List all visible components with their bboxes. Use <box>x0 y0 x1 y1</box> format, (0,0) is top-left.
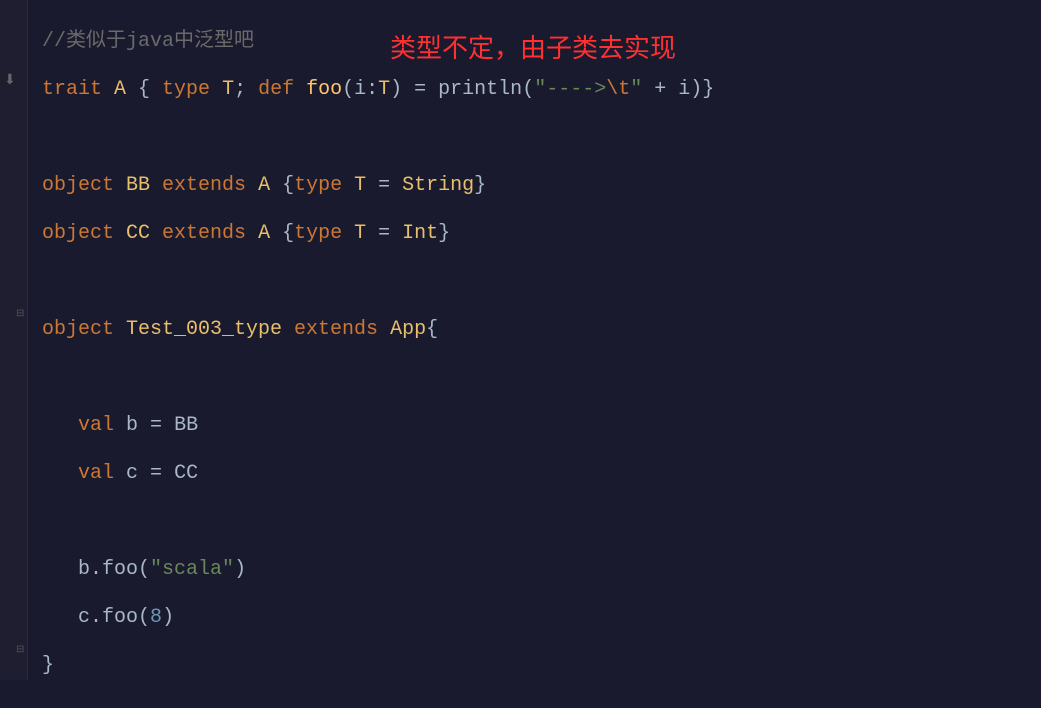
code-token: extends <box>150 174 258 197</box>
code-token <box>42 414 78 437</box>
code-token: T <box>222 78 234 101</box>
code-token: App <box>390 318 426 341</box>
code-line[interactable]: } <box>42 642 1031 690</box>
code-token: = <box>366 174 402 197</box>
code-token: c. <box>42 606 102 629</box>
code-token: { <box>270 222 294 245</box>
code-token: ; <box>234 78 258 101</box>
code-token: } <box>438 222 450 245</box>
code-token: BB <box>126 174 150 197</box>
code-token: trait <box>42 78 114 101</box>
fold-marker-icon[interactable]: ⊟ <box>16 308 24 320</box>
code-token: def <box>258 78 306 101</box>
code-line[interactable] <box>42 258 1031 306</box>
code-token: + i)} <box>642 78 714 101</box>
code-token: object <box>42 174 126 197</box>
code-token: b <box>126 414 138 437</box>
code-token: type <box>162 78 222 101</box>
code-token: ( <box>138 558 150 581</box>
code-token: Test_003_type <box>126 318 282 341</box>
code-token: ) <box>234 558 246 581</box>
code-token: A <box>258 222 270 245</box>
code-token: = <box>138 462 174 485</box>
editor-gutter: ⬇ ⊟ ⊟ <box>0 0 28 680</box>
code-token: A <box>258 174 270 197</box>
code-token: object <box>42 318 126 341</box>
code-token: } <box>474 174 486 197</box>
code-token: ( <box>138 606 150 629</box>
code-line[interactable]: trait A { type T; def foo(i:T) = println… <box>42 66 1031 114</box>
code-token: ) <box>162 606 174 629</box>
code-token: (i: <box>342 78 378 101</box>
code-line[interactable]: b.foo("scala") <box>42 546 1031 594</box>
code-token: c <box>126 462 138 485</box>
code-line[interactable] <box>42 114 1031 162</box>
code-token: { <box>126 78 162 101</box>
code-token: " <box>630 78 642 101</box>
code-token: "scala" <box>150 558 234 581</box>
code-token <box>42 462 78 485</box>
code-line[interactable]: val b = BB <box>42 402 1031 450</box>
code-token: type <box>294 174 354 197</box>
code-line[interactable]: object CC extends A {type T = Int} <box>42 210 1031 258</box>
code-line[interactable]: object BB extends A {type T = String} <box>42 162 1031 210</box>
code-token: //类似于java中泛型吧 <box>42 30 254 53</box>
code-editor-area[interactable]: //类似于java中泛型吧trait A { type T; def foo(i… <box>32 0 1041 708</box>
code-token: ( <box>522 78 534 101</box>
code-token: b. <box>42 558 102 581</box>
code-token: { <box>426 318 438 341</box>
code-token: T <box>378 78 390 101</box>
code-token: CC <box>174 462 198 485</box>
code-token: val <box>78 414 126 437</box>
code-token: T <box>354 222 366 245</box>
code-token: println <box>438 78 522 101</box>
code-line[interactable] <box>42 498 1031 546</box>
code-token: T <box>354 174 366 197</box>
annotation-overlay-text: 类型不定，由子类去实现 <box>390 28 676 65</box>
code-token: "----> <box>534 78 606 101</box>
code-token: extends <box>282 318 390 341</box>
code-token: { <box>270 174 294 197</box>
code-line[interactable]: val c = CC <box>42 450 1031 498</box>
code-token: = <box>366 222 402 245</box>
code-token: foo <box>306 78 342 101</box>
code-token: \t <box>606 78 630 101</box>
code-line[interactable]: c.foo(8) <box>42 594 1031 642</box>
code-token: CC <box>126 222 150 245</box>
code-token: extends <box>150 222 258 245</box>
code-token: val <box>78 462 126 485</box>
code-token: ) = <box>390 78 438 101</box>
code-token: Int <box>402 222 438 245</box>
code-token: foo <box>102 606 138 629</box>
fold-marker-icon[interactable]: ⊟ <box>16 644 24 656</box>
code-line[interactable] <box>42 354 1031 402</box>
code-token: object <box>42 222 126 245</box>
code-token: String <box>402 174 474 197</box>
code-token: A <box>114 78 126 101</box>
code-token: } <box>42 654 54 677</box>
code-line[interactable]: object Test_003_type extends App{ <box>42 306 1031 354</box>
code-token: = <box>138 414 174 437</box>
gutter-indicator-icon: ⬇ <box>4 72 16 89</box>
code-token: type <box>294 222 354 245</box>
code-token: foo <box>102 558 138 581</box>
code-token: 8 <box>150 606 162 629</box>
code-token: BB <box>174 414 198 437</box>
